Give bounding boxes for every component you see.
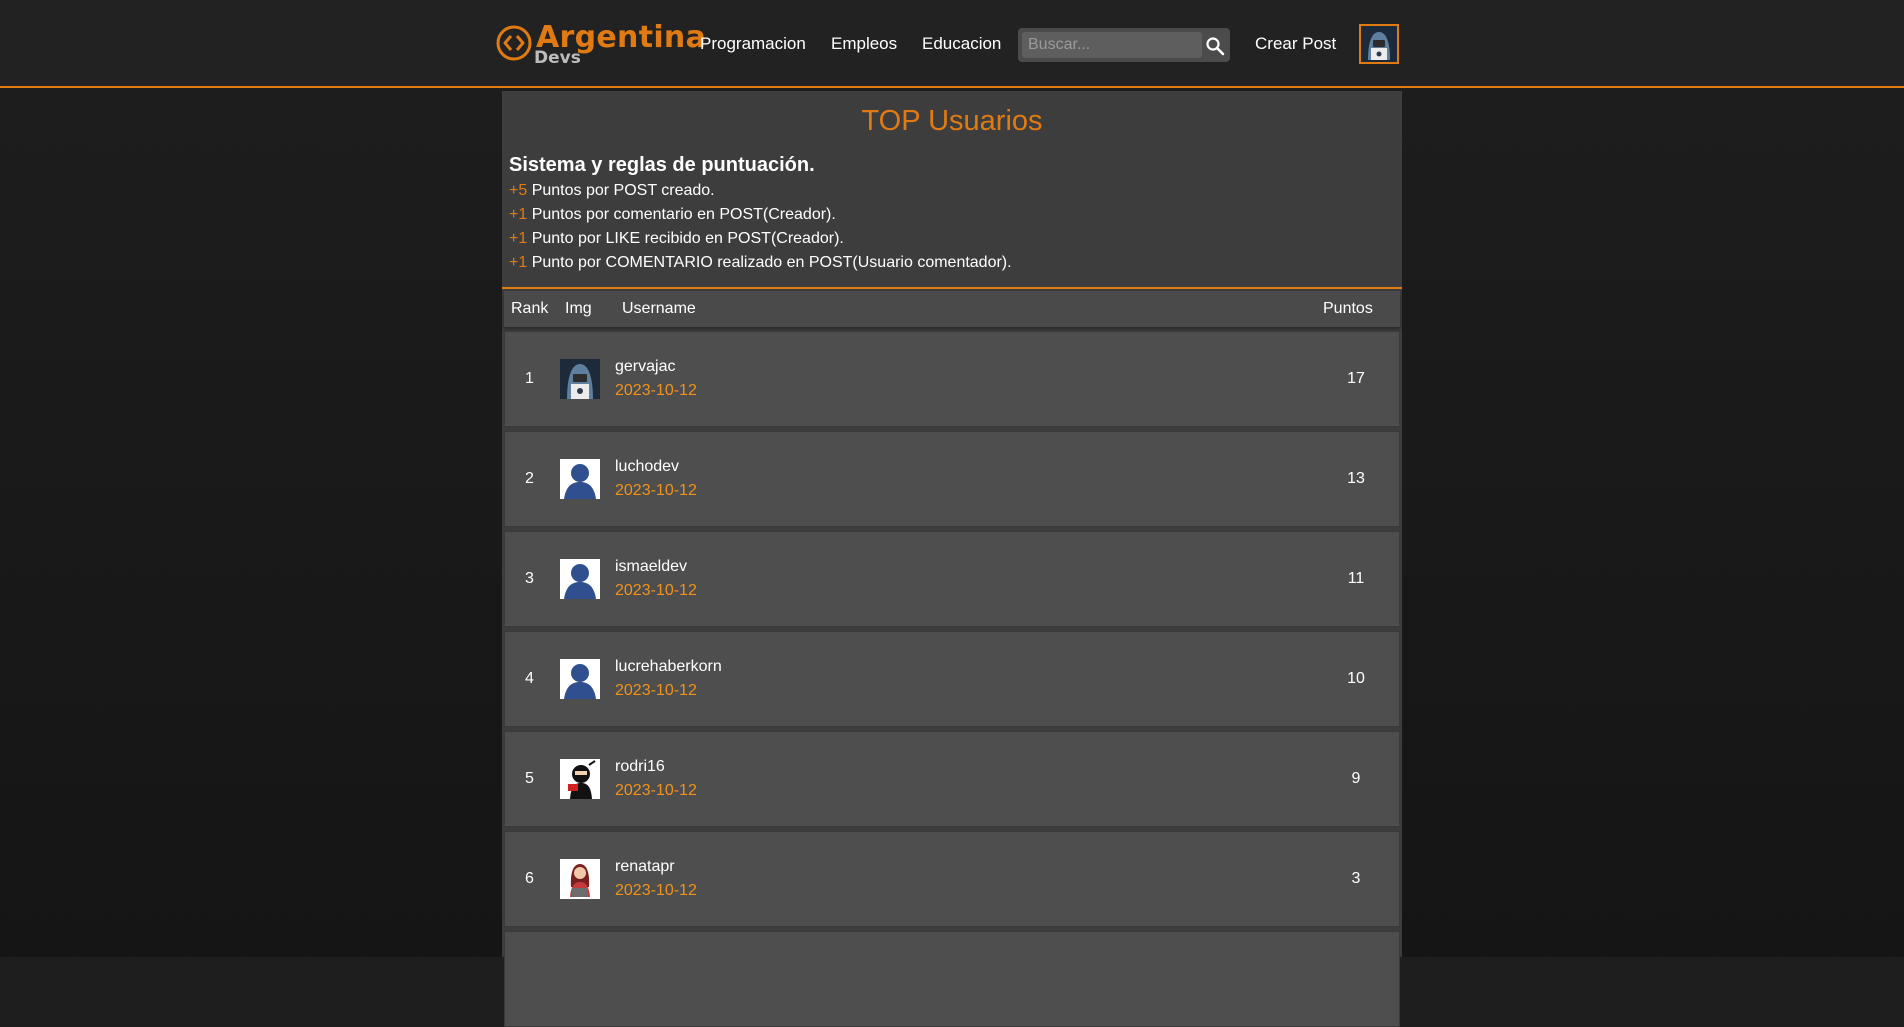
table-row[interactable]: 3 ismaeldev 2023-10-12 11 xyxy=(504,531,1400,627)
site-logo[interactable]: Argentina Devs xyxy=(496,20,706,68)
default-user-avatar-icon[interactable] xyxy=(560,459,600,499)
profile-avatar[interactable] xyxy=(1359,24,1399,64)
row-date: 2023-10-12 xyxy=(615,782,697,799)
rule-item: +1 Puntos por comentario en POST(Creador… xyxy=(509,206,836,224)
rule-text: Punto por COMENTARIO realizado en POST(U… xyxy=(527,254,1012,271)
row-points: 11 xyxy=(1347,570,1365,587)
row-date: 2023-10-12 xyxy=(615,882,697,899)
row-date: 2023-10-12 xyxy=(615,482,697,499)
row-rank: 1 xyxy=(525,370,534,387)
row-username[interactable]: luchodev xyxy=(615,458,679,476)
nav-programacion[interactable]: Programacion xyxy=(700,34,806,54)
row-date: 2023-10-12 xyxy=(615,382,697,399)
rule-points: +5 xyxy=(509,182,528,199)
rule-item: +5 Puntos por POST creado. xyxy=(509,182,715,200)
row-rank: 5 xyxy=(525,770,534,787)
logo-text-sub: Devs xyxy=(534,48,581,68)
table-header: Rank Img Username Puntos xyxy=(504,291,1400,327)
rule-points: +1 xyxy=(509,230,528,247)
header-username: Username xyxy=(622,300,696,317)
row-rank: 6 xyxy=(525,870,534,887)
default-user-avatar-icon[interactable] xyxy=(560,659,600,699)
table-row[interactable]: 5 rodri16 2023-10-12 9 xyxy=(504,731,1400,827)
woman-laptop-avatar-icon[interactable] xyxy=(560,859,600,899)
rule-text: Punto por LIKE recibido en POST(Creador)… xyxy=(527,230,844,247)
row-points: 13 xyxy=(1347,470,1365,487)
rule-text: Puntos por POST creado. xyxy=(527,182,715,199)
hooded-hacker-avatar-icon[interactable] xyxy=(560,359,600,399)
page-title: TOP Usuarios xyxy=(861,105,1043,137)
table-row[interactable]: 4 lucrehaberkorn 2023-10-12 10 xyxy=(504,631,1400,727)
row-rank: 3 xyxy=(525,570,534,587)
nav-educacion[interactable]: Educacion xyxy=(922,34,1001,54)
row-date: 2023-10-12 xyxy=(615,582,697,599)
row-rank: 2 xyxy=(525,470,534,487)
row-points: 17 xyxy=(1347,370,1365,387)
rule-text: Puntos por comentario en POST(Creador). xyxy=(527,206,836,223)
table-row[interactable]: 2 luchodev 2023-10-12 13 xyxy=(504,431,1400,527)
hooded-hacker-icon xyxy=(1361,26,1397,62)
header-rank: Rank xyxy=(511,300,549,317)
row-date: 2023-10-12 xyxy=(615,682,697,699)
rule-points: +1 xyxy=(509,254,528,271)
ninja-avatar-icon[interactable] xyxy=(560,759,600,799)
create-post-link[interactable]: Crear Post xyxy=(1255,34,1336,54)
rule-points: +1 xyxy=(509,206,528,223)
row-points: 10 xyxy=(1347,670,1365,687)
row-points: 9 xyxy=(1351,770,1361,787)
row-username[interactable]: lucrehaberkorn xyxy=(615,658,722,676)
search-icon[interactable] xyxy=(1205,36,1225,56)
header-points: Puntos xyxy=(1323,300,1373,317)
rule-item: +1 Punto por COMENTARIO realizado en POS… xyxy=(509,254,1012,272)
search-input[interactable] xyxy=(1022,32,1202,58)
header-img: Img xyxy=(565,300,592,317)
code-brackets-logo-icon xyxy=(496,25,532,61)
rules-divider xyxy=(502,287,1402,289)
rule-item: +1 Punto por LIKE recibido en POST(Cread… xyxy=(509,230,844,248)
row-points: 3 xyxy=(1351,870,1361,887)
table-row[interactable]: 6 renatapr 2023-10-12 3 xyxy=(504,831,1400,927)
nav-empleos[interactable]: Empleos xyxy=(831,34,897,54)
table-row[interactable] xyxy=(504,931,1400,1027)
row-username[interactable]: rodri16 xyxy=(615,758,665,776)
search-bar xyxy=(1018,28,1230,62)
default-user-avatar-icon[interactable] xyxy=(560,559,600,599)
row-rank: 4 xyxy=(525,670,534,687)
top-navbar: Argentina Devs Programacion Empleos Educ… xyxy=(0,0,1904,88)
row-username[interactable]: ismaeldev xyxy=(615,558,687,576)
row-username[interactable]: renatapr xyxy=(615,858,675,876)
table-row[interactable]: 1 gervajac 2023-10-12 17 xyxy=(504,331,1400,427)
ranking-panel: TOP Usuarios Sistema y reglas de puntuac… xyxy=(502,91,1402,1027)
row-username[interactable]: gervajac xyxy=(615,358,675,376)
rules-title: Sistema y reglas de puntuación. xyxy=(509,154,815,176)
